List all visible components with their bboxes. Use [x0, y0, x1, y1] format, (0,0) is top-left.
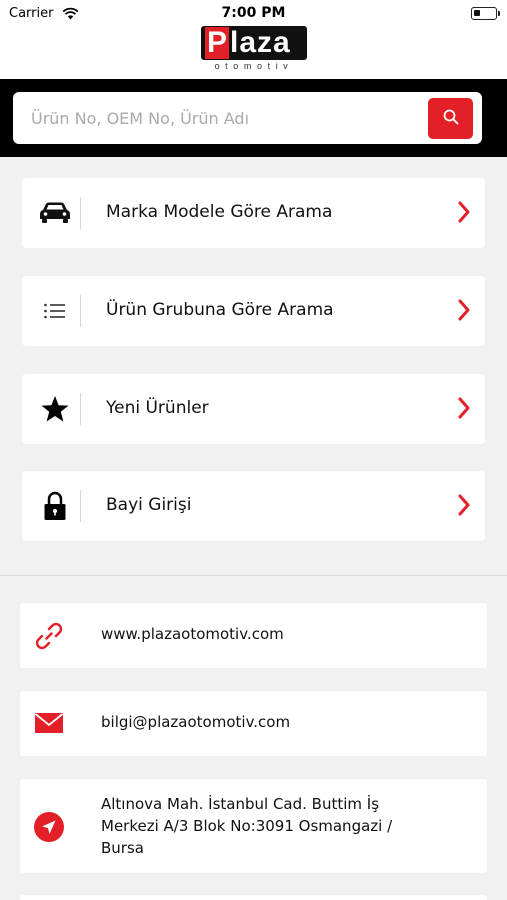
brand-logo: P laza — [201, 26, 307, 60]
search-band — [0, 79, 507, 157]
clock: 7:00 PM — [221, 5, 286, 21]
menu-item-new-products[interactable]: Yeni Ürünler — [22, 374, 485, 444]
chevron-right-icon — [457, 397, 471, 423]
status-bar: Carrier 7:00 PM — [0, 0, 507, 26]
app-header: P laza otomotiv — [0, 26, 507, 79]
address-link[interactable]: Altınova Mah. İstanbul Cad. Buttim İş Me… — [20, 779, 487, 873]
lock-icon — [38, 491, 72, 520]
list-icon — [38, 297, 72, 325]
logo-initial: P — [205, 26, 229, 59]
divider — [80, 490, 81, 522]
search-input[interactable] — [31, 105, 411, 131]
next-card-partial — [20, 895, 487, 900]
address-text: Altınova Mah. İstanbul Cad. Buttim İş Me… — [101, 795, 393, 857]
email-link[interactable]: bilgi@plazaotomotiv.com — [20, 691, 487, 756]
logo-wordmark: laza — [230, 26, 291, 59]
search-button[interactable] — [428, 98, 473, 139]
menu-item-label: Bayi Girişi — [106, 495, 192, 515]
mail-icon — [32, 711, 66, 735]
chevron-right-icon — [457, 299, 471, 325]
menu-item-brand-model-search[interactable]: Marka Modele Göre Arama — [22, 178, 485, 248]
divider — [80, 197, 81, 229]
website-text: www.plazaotomotiv.com — [101, 625, 284, 643]
search-box — [13, 92, 482, 144]
search-icon — [442, 108, 460, 130]
menu-item-label: Ürün Grubuna Göre Arama — [106, 300, 334, 320]
divider — [80, 295, 81, 327]
car-icon — [38, 199, 72, 227]
divider — [80, 393, 81, 425]
section-divider — [0, 575, 507, 576]
chevron-right-icon — [457, 201, 471, 227]
logo-subtitle: otomotiv — [214, 61, 294, 71]
chevron-right-icon — [457, 494, 471, 520]
star-icon — [38, 395, 72, 423]
menu-item-dealer-login[interactable]: Bayi Girişi — [22, 471, 485, 541]
email-text: bilgi@plazaotomotiv.com — [101, 713, 291, 731]
menu-item-product-group-search[interactable]: Ürün Grubuna Göre Arama — [22, 276, 485, 346]
link-icon — [32, 619, 66, 653]
menu-item-label: Marka Modele Göre Arama — [106, 202, 333, 222]
location-arrow-icon — [32, 810, 66, 844]
battery-icon — [471, 7, 500, 20]
menu-item-label: Yeni Ürünler — [106, 398, 209, 418]
website-link[interactable]: www.plazaotomotiv.com — [20, 603, 487, 668]
